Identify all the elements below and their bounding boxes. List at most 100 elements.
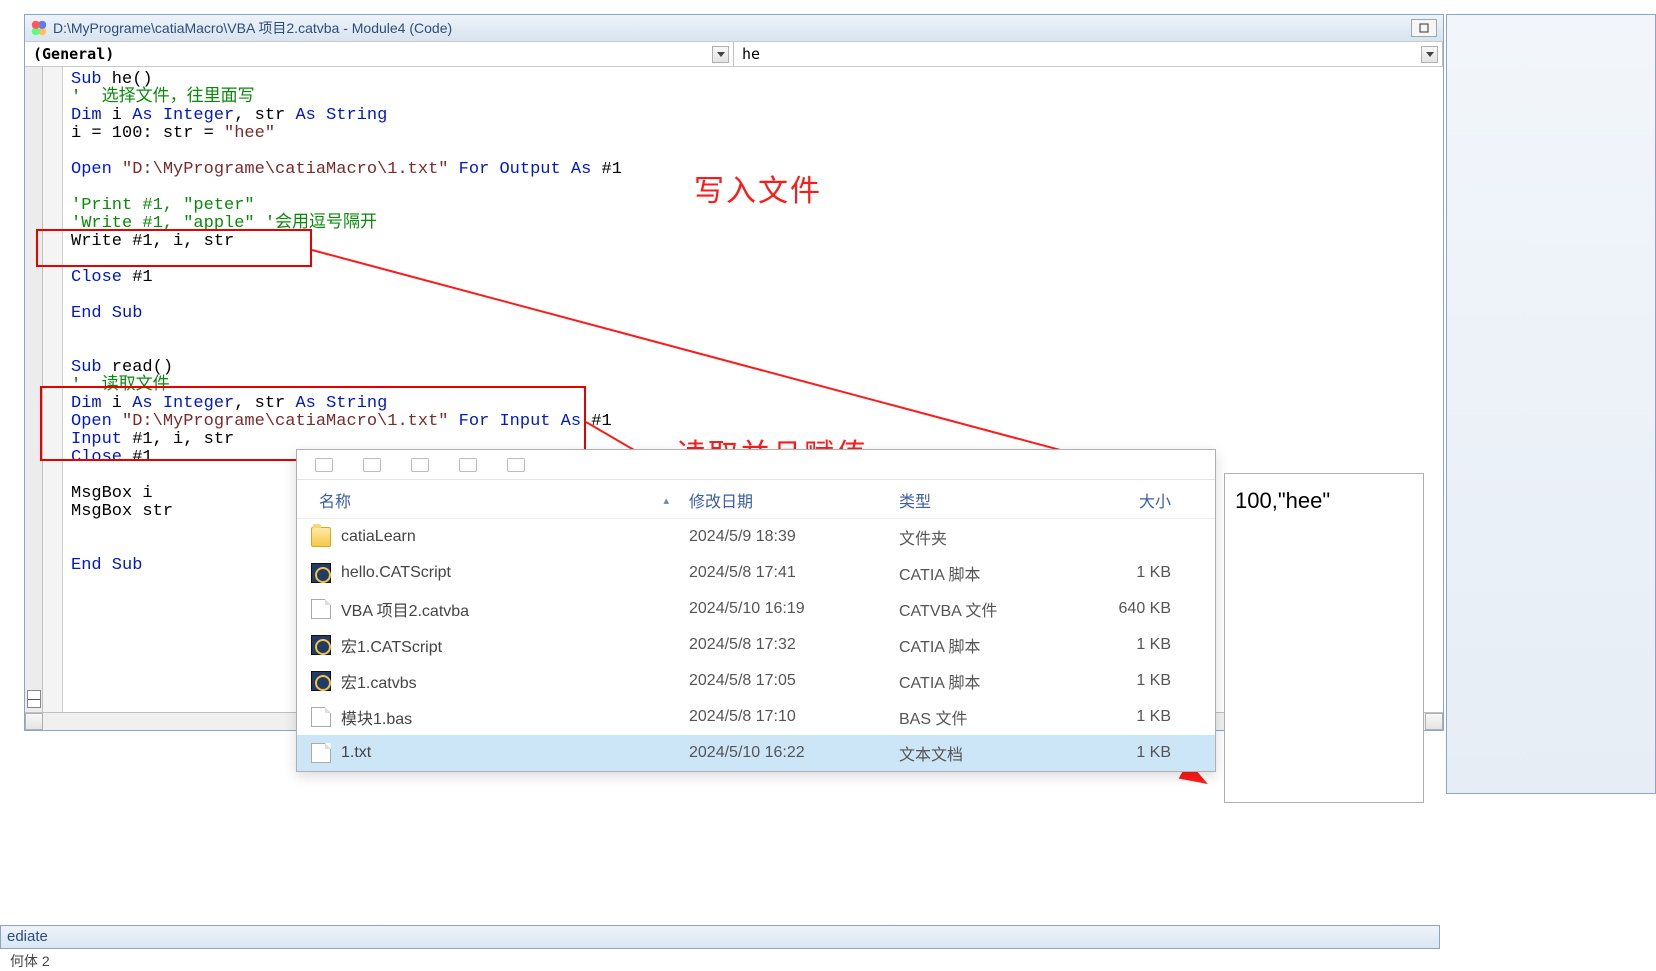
file-row[interactable]: 1.txt2024/5/10 16:22文本文档1 KB [297,735,1215,771]
procedure-dropdown[interactable]: he [734,42,1443,66]
code-token: , str [234,106,295,125]
scroll-left-button[interactable] [25,713,43,730]
code-token: As Integer [132,106,234,125]
dropdown-row: (General) he [25,41,1443,67]
toolbar-icon[interactable] [459,458,477,472]
code-token: As String [295,394,387,413]
vba-app-icon [31,20,47,36]
file-row[interactable]: 模块1.bas2024/5/8 17:10BAS 文件1 KB [297,699,1215,735]
code-token: read() [102,358,173,377]
file-type: 文本文档 [899,741,1074,765]
code-token: he() [102,70,153,89]
file-size: 1 KB [1074,636,1201,654]
file-explorer: 名称▴ 修改日期 类型 大小 catiaLearn2024/5/9 18:39文… [296,449,1216,772]
file-type: BAS 文件 [899,705,1074,729]
explorer-rows: catiaLearn2024/5/9 18:39文件夹hello.CATScri… [297,519,1215,771]
procedure-dropdown-value: he [742,45,760,63]
annotation-label-write: 写入文件 [694,166,822,210]
text-preview-panel: 100,"hee" [1224,473,1424,803]
file-type: CATIA 脚本 [899,561,1074,585]
col-type[interactable]: 类型 [899,488,1074,512]
file-size: 1 KB [1074,744,1201,762]
status-bar: 何体 2 [0,949,1656,971]
file-type: CATIA 脚本 [899,669,1074,693]
code-token: End Sub [71,304,142,323]
code-token: #1 [122,448,153,467]
explorer-header[interactable]: 名称 ▴ 修改日期 类型 大小 [297,480,1215,519]
code-token: Dim [71,106,102,125]
file-row[interactable]: catiaLearn2024/5/9 18:39文件夹 [297,519,1215,555]
object-dropdown-value: (General) [33,45,114,63]
explorer-toolbar [297,450,1215,480]
catscript-icon [311,563,331,583]
file-name: 1.txt [341,744,689,762]
code-token: #1 [581,412,612,431]
split-view-icon[interactable] [27,690,41,708]
code-token: #1 [591,160,622,179]
code-token: i = 100: str = [71,124,224,143]
code-token: As String [295,106,387,125]
immediate-window-title[interactable]: ediate [0,925,1440,949]
object-dropdown[interactable]: (General) [25,42,734,66]
immediate-label: ediate [7,928,48,945]
toolbar-icon[interactable] [507,458,525,472]
code-token: Close [71,268,122,287]
file-size: 1 KB [1074,672,1201,690]
file-name: VBA 项目2.catvba [341,597,689,621]
chevron-down-icon[interactable] [1421,46,1438,63]
file-name: catiaLearn [341,528,689,546]
code-token: #1, i, str [122,430,234,449]
code-token: MsgBox i [71,484,153,503]
file-date: 2024/5/10 16:19 [689,600,899,618]
maximize-button[interactable] [1411,19,1437,37]
file-row[interactable]: VBA 项目2.catvba2024/5/10 16:19CATVBA 文件64… [297,591,1215,627]
col-name[interactable]: 名称 [319,488,351,512]
sort-caret-icon: ▴ [663,494,669,507]
col-size[interactable]: 大小 [1074,488,1201,512]
toolbar-icon[interactable] [411,458,429,472]
code-token: i [102,394,133,413]
code-token: End Sub [71,556,142,575]
code-token: Sub [71,70,102,89]
file-date: 2024/5/8 17:41 [689,564,899,582]
file-date: 2024/5/10 16:22 [689,744,899,762]
code-token: , str [234,394,295,413]
code-token: MsgBox str [71,502,173,521]
file-row[interactable]: 宏1.CATScript2024/5/8 17:32CATIA 脚本1 KB [297,627,1215,663]
catscript-icon [311,671,331,691]
margin-bar [43,67,63,712]
code-token: For Output As [448,160,591,179]
code-token: Open [71,160,122,179]
file-date: 2024/5/9 18:39 [689,528,899,546]
file-date: 2024/5/8 17:10 [689,708,899,726]
file-name: 宏1.CATScript [341,633,689,657]
col-date[interactable]: 修改日期 [689,488,899,512]
catscript-icon [311,635,331,655]
code-comment: 'Print #1, "peter" [71,196,255,215]
file-name: 模块1.bas [341,705,689,729]
toolbar-icon[interactable] [315,458,333,472]
file-row[interactable]: hello.CATScript2024/5/8 17:41CATIA 脚本1 K… [297,555,1215,591]
file-name: 宏1.catvbs [341,669,689,693]
code-string: "D:\MyPrograme\catiaMacro\1.txt" [122,160,448,179]
file-size: 640 KB [1074,600,1201,618]
file-row[interactable]: 宏1.catvbs2024/5/8 17:05CATIA 脚本1 KB [297,663,1215,699]
file-type: 文件夹 [899,525,1074,549]
code-token: Input [71,430,122,449]
scroll-right-button[interactable] [1425,713,1443,730]
code-token: As Integer [132,394,234,413]
code-comment: ' 读取文件 [71,376,170,395]
code-token: Write #1, i, str [71,232,234,251]
toolbar-icon[interactable] [363,458,381,472]
file-icon [311,599,331,619]
code-token: Dim [71,394,102,413]
chevron-down-icon[interactable] [712,46,729,63]
code-token: #1 [122,268,153,287]
preview-content: 100,"hee" [1235,488,1330,513]
code-token: Sub [71,358,102,377]
title-bar[interactable]: D:\MyPrograme\catiaMacro\VBA 项目2.catvba … [25,15,1443,41]
file-icon [311,743,331,763]
code-comment: 'Write #1, "apple" '会用逗号隔开 [71,214,377,233]
code-token: Close [71,448,122,467]
folder-icon [311,527,331,547]
